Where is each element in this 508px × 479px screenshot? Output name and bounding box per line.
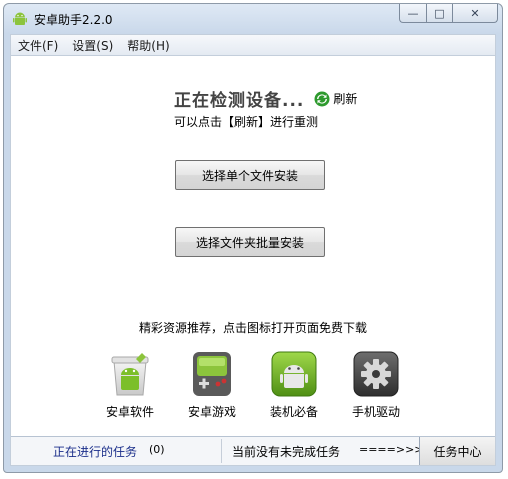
close-icon: ✕ (470, 6, 480, 20)
main-panel: 正在检测设备... 刷新 可以点击【刷新】进行重测 选择单个文件安装 选择文件夹… (10, 56, 496, 466)
window-title: 安卓助手2.2.0 (34, 13, 113, 27)
title-bar[interactable]: 安卓助手2.2.0 — □ ✕ (4, 4, 502, 32)
minimize-icon: — (407, 6, 419, 20)
driver-gear-icon[interactable] (351, 349, 401, 399)
maximize-icon: □ (434, 6, 445, 20)
android-app-icon (13, 12, 27, 25)
tile-label: 手机驱动 (351, 405, 400, 419)
running-tasks-link[interactable]: 正在进行的任务 (53, 443, 137, 460)
android-software-icon[interactable] (105, 349, 155, 399)
tile-label: 安卓游戏 (187, 405, 236, 419)
maximize-button[interactable]: □ (426, 4, 452, 23)
task-center-button[interactable]: 任务中心 (419, 437, 495, 465)
menu-help[interactable]: 帮助(H) (120, 37, 176, 54)
window-controls: — □ ✕ (399, 4, 498, 24)
refresh-hint: 可以点击【刷新】进行重测 (174, 115, 319, 129)
menu-file[interactable]: 文件(F) (11, 37, 65, 54)
device-status: 正在检测设备... 刷新 (174, 86, 357, 111)
tile-android-game[interactable]: 安卓游戏 (185, 349, 239, 420)
recommend-title: 精彩资源推荐，点击图标打开页面免费下载 (138, 321, 367, 335)
status-separator (221, 439, 222, 463)
running-tasks-count: (0) (149, 443, 165, 456)
menu-bar: 文件(F) 设置(S) 帮助(H) (10, 34, 496, 56)
install-folder-batch-button[interactable]: 选择文件夹批量安装 (175, 227, 325, 257)
arrow-indicator: ====>>> (359, 443, 424, 456)
status-bar: 正在进行的任务 (0) 当前没有未完成任务 ====>>> 任务中心 (11, 436, 495, 465)
app-window: 安卓助手2.2.0 — □ ✕ 文件(F) 设置(S) 帮助(H) 正在检测设备… (3, 3, 503, 473)
refresh-link[interactable]: 刷新 (333, 90, 357, 107)
tile-label: 安卓软件 (105, 405, 154, 419)
recommend-tiles: 安卓软件 安卓游戏 装机必备 手机驱动 (103, 349, 403, 420)
minimize-button[interactable]: — (399, 4, 426, 23)
install-single-file-button[interactable]: 选择单个文件安装 (175, 160, 325, 190)
refresh-icon[interactable] (314, 91, 330, 107)
detecting-status-text: 正在检测设备... (174, 91, 305, 111)
android-game-icon[interactable] (187, 349, 237, 399)
task-status-message: 当前没有未完成任务 (232, 445, 341, 459)
tile-android-software[interactable]: 安卓软件 (103, 349, 157, 420)
close-button[interactable]: ✕ (452, 4, 498, 23)
menu-settings[interactable]: 设置(S) (65, 37, 120, 54)
tile-phone-driver[interactable]: 手机驱动 (349, 349, 403, 420)
tile-label: 装机必备 (269, 405, 318, 419)
tile-essentials[interactable]: 装机必备 (267, 349, 321, 420)
essentials-icon[interactable] (269, 349, 319, 399)
